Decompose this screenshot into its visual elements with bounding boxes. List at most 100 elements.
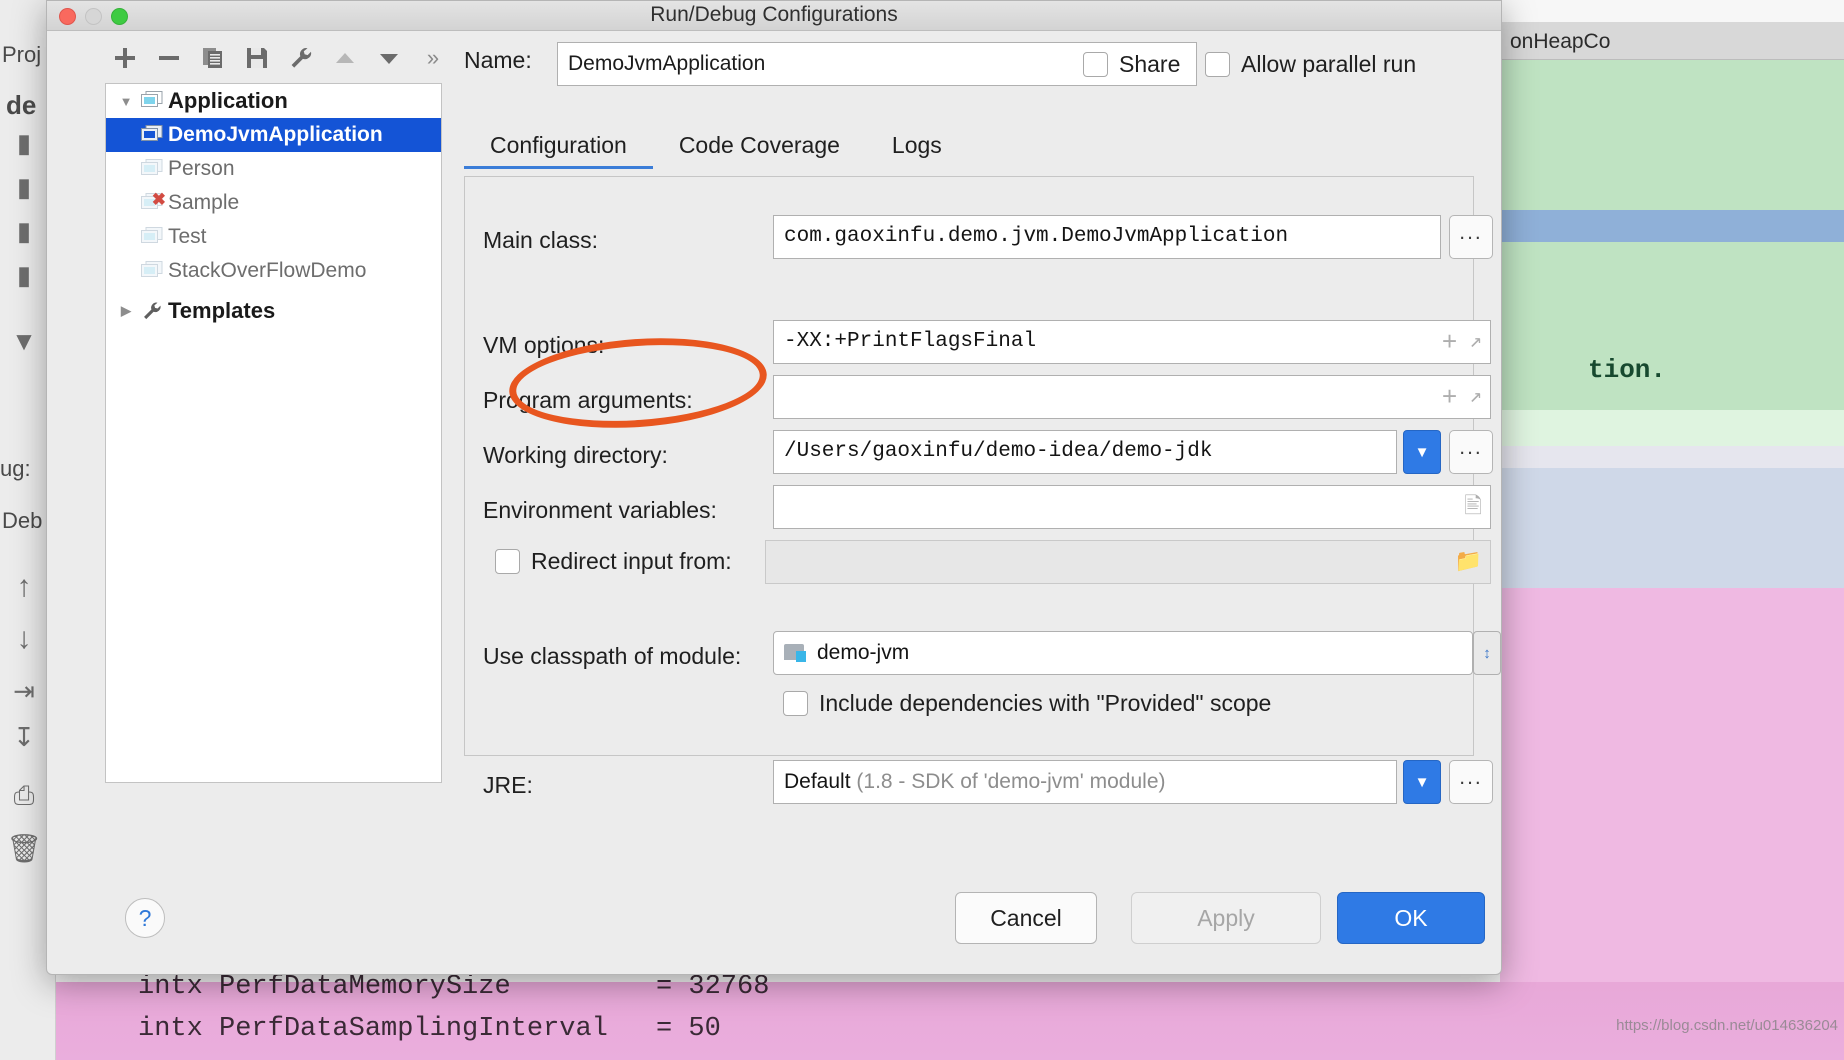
allow-parallel-run-checkbox-row[interactable]: Allow parallel run — [1205, 51, 1416, 78]
environment-variables-field-icons[interactable]: 🖹 — [1464, 486, 1482, 528]
tree-item-test[interactable]: Test — [106, 220, 441, 254]
error-badge-icon: ✖ — [151, 190, 166, 209]
console-output-area: intx PerfDataMemorySize = 32768 intx Per… — [56, 972, 1844, 1060]
redirect-input-field-icons[interactable]: 📁 — [1455, 541, 1482, 583]
working-directory-browse-button[interactable]: ... — [1449, 430, 1493, 474]
classpath-module-label: Use classpath of module: — [483, 643, 742, 669]
save-configuration-button[interactable] — [235, 37, 279, 79]
ide-right-tab: onHeapCo — [1500, 22, 1844, 60]
bg-debug-label: ug: — [0, 456, 31, 481]
arrow-down-icon: ↓ — [16, 622, 32, 655]
chevron-down-icon: ▼ — [11, 326, 37, 356]
tree-item-label: Templates — [168, 298, 276, 323]
code-band-green — [1500, 60, 1844, 210]
classpath-module-combo[interactable]: demo-jvm — [773, 631, 1473, 675]
add-configuration-button[interactable] — [103, 37, 147, 79]
remove-configuration-button[interactable] — [147, 37, 191, 79]
configurations-tree[interactable]: ▼ Application DemoJvmApplication Person … — [105, 83, 442, 783]
chevron-right-icon[interactable]: ▶ — [114, 303, 138, 319]
application-icon — [138, 261, 166, 281]
dialog-titlebar[interactable]: Run/Debug Configurations — [47, 1, 1501, 31]
include-provided-checkbox[interactable] — [783, 691, 808, 716]
allow-parallel-run-checkbox[interactable] — [1205, 52, 1230, 77]
program-arguments-field-icons[interactable]: + ↗ — [1442, 376, 1482, 418]
share-checkbox[interactable] — [1083, 52, 1108, 77]
move-up-button[interactable] — [323, 37, 367, 79]
console-line-value: = 50 — [656, 1014, 721, 1044]
config-toolbar: » — [103, 37, 455, 79]
tab-logs[interactable]: Logs — [866, 123, 968, 169]
application-icon: ✖ — [138, 190, 166, 213]
add-icon[interactable]: + — [1442, 322, 1458, 363]
code-band-pink — [1500, 588, 1844, 982]
console-line-text: intx PerfDataSamplingInterval — [138, 1014, 608, 1044]
ok-button[interactable]: OK — [1337, 892, 1485, 944]
tree-item-sample[interactable]: ✖ Sample — [106, 186, 441, 220]
environment-variables-label: Environment variables: — [483, 497, 717, 523]
jre-label: JRE: — [483, 772, 533, 798]
tree-item-label: Application — [168, 88, 288, 113]
classpath-module-dropdown-arrow[interactable]: ↕ — [1473, 631, 1501, 675]
move-down-button[interactable] — [367, 37, 411, 79]
main-class-browse-button[interactable]: ... — [1449, 215, 1493, 259]
jre-browse-button[interactable]: ... — [1449, 760, 1493, 804]
console-line: intx PerfDataSamplingInterval — [138, 1014, 608, 1044]
bg-project-label: Proj — [2, 42, 42, 67]
program-arguments-input[interactable]: + ↗ — [773, 375, 1491, 419]
tab-code-coverage[interactable]: Code Coverage — [653, 123, 866, 169]
folder-icon[interactable]: 📁 — [1455, 542, 1482, 583]
tree-item-stackoverflowdemo[interactable]: StackOverFlowDemo — [106, 254, 441, 288]
code-fragment-text: tion. — [1588, 355, 1667, 385]
main-class-input[interactable]: com.gaoxinfu.demo.jvm.DemoJvmApplication — [773, 215, 1441, 259]
add-icon[interactable]: + — [1442, 377, 1458, 418]
wrench-icon — [138, 300, 166, 322]
configuration-panel: Main class: com.gaoxinfu.demo.jvm.DemoJv… — [464, 176, 1501, 804]
more-options-label: » — [426, 45, 440, 70]
folder-icon: ▮ — [16, 172, 32, 202]
more-options-button[interactable]: » — [411, 37, 455, 79]
environment-variables-input[interactable]: 🖹 — [773, 485, 1491, 529]
expand-icon[interactable]: ↗ — [1469, 322, 1482, 363]
share-checkbox-row[interactable]: Share — [1083, 51, 1180, 78]
working-directory-label: Working directory: — [483, 442, 668, 468]
vm-options-input[interactable]: -XX:+PrintFlagsFinal + ↗ — [773, 320, 1491, 364]
tree-item-label: Sample — [168, 191, 240, 214]
working-directory-dropdown[interactable]: ▼ — [1403, 430, 1441, 474]
edit-templates-wrench-button[interactable] — [279, 37, 323, 79]
application-icon — [138, 125, 166, 145]
help-button[interactable]: ? — [125, 898, 165, 938]
redirect-input-field[interactable]: 📁 — [765, 540, 1491, 584]
working-directory-input[interactable]: /Users/gaoxinfu/demo-idea/demo-jdk — [773, 430, 1397, 474]
main-class-label: Main class: — [483, 227, 599, 253]
vm-options-value: -XX:+PrintFlagsFinal — [784, 330, 1037, 353]
apply-button[interactable]: Apply — [1131, 892, 1321, 944]
tree-item-templates[interactable]: ▶ Templates — [106, 294, 441, 328]
tree-item-label: StackOverFlowDemo — [168, 259, 367, 282]
tree-item-demojvmapplication[interactable]: DemoJvmApplication — [106, 118, 441, 152]
redirect-input-checkbox[interactable] — [495, 549, 520, 574]
step-into-icon: ⇥ — [13, 676, 35, 706]
jre-combo[interactable]: Default (1.8 - SDK of 'demo-jvm' module) — [773, 760, 1397, 804]
expand-icon[interactable]: ↗ — [1469, 377, 1482, 418]
application-icon — [138, 91, 166, 111]
code-band-blue — [1500, 210, 1844, 242]
tree-item-label: Test — [168, 225, 207, 248]
cancel-button[interactable]: Cancel — [955, 892, 1097, 944]
folder-icon: ▮ — [16, 260, 32, 290]
vm-options-field-icons[interactable]: + ↗ — [1442, 321, 1482, 363]
tree-item-application[interactable]: ▼ Application — [106, 84, 441, 118]
code-band-gray — [1500, 446, 1844, 468]
tab-configuration[interactable]: Configuration — [464, 123, 653, 169]
chevron-down-icon[interactable]: ▼ — [114, 94, 138, 109]
jre-dropdown[interactable]: ▼ — [1403, 760, 1441, 804]
tree-item-person[interactable]: Person — [106, 152, 441, 186]
run-debug-configurations-dialog: Run/Debug Configurations » ▼ Application… — [46, 0, 1502, 975]
include-provided-checkbox-row[interactable]: Include dependencies with "Provided" sco… — [783, 690, 1271, 717]
console-line: intx PerfDataMemorySize — [138, 972, 511, 1002]
copy-configuration-button[interactable] — [191, 37, 235, 79]
config-tabs[interactable]: Configuration Code Coverage Logs — [464, 123, 968, 169]
trash-icon: 🗑 — [6, 833, 42, 864]
jre-value-dim: (1.8 - SDK of 'demo-jvm' module) — [856, 770, 1166, 793]
redirect-input-checkbox-row[interactable]: Redirect input from: — [495, 548, 732, 575]
edit-list-icon[interactable]: 🖹 — [1464, 487, 1482, 528]
